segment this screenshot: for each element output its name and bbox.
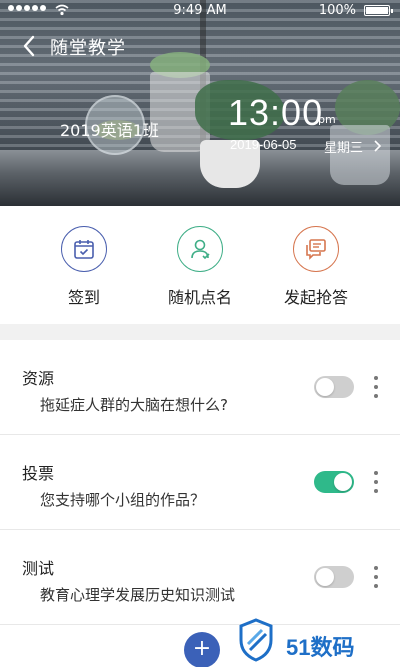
random-call-button[interactable]: 随机点名 (150, 226, 250, 308)
list-item-test[interactable]: 测试 教育心理学发展历史知识测试 (0, 530, 400, 625)
list-item-desc: 教育心理学发展历史知识测试 (40, 586, 236, 604)
watermark-text: 51数码 (286, 635, 355, 660)
activity-list: 资源 拖延症人群的大脑在想什么? 投票 您支持哪个小组的作品？ 测试 教育心理学… (0, 340, 400, 625)
checkin-label: 签到 (67, 288, 100, 307)
clock-ampm: pm (318, 113, 336, 126)
clock-time: 13:00 (228, 92, 324, 133)
list-item-title: 投票 (22, 464, 55, 483)
checkin-button[interactable]: 签到 (34, 226, 134, 308)
battery-percent: 100% (318, 3, 356, 18)
more-vertical-icon[interactable] (372, 376, 380, 398)
shield-logo-icon (239, 618, 273, 662)
battery-icon (364, 5, 393, 16)
weekday-text: 星期三 (324, 141, 364, 156)
watermark: 51数码 (238, 618, 398, 664)
calendar-check-icon (61, 226, 107, 272)
user-icon (177, 226, 223, 272)
back-chevron-icon[interactable] (20, 34, 40, 58)
list-item-desc: 您支持哪个小组的作品？ (40, 491, 206, 509)
chevron-right-icon[interactable] (372, 139, 382, 153)
toggle-switch[interactable] (314, 471, 354, 493)
status-bar: 9:49 AM 100% (0, 0, 400, 20)
section-divider (0, 324, 400, 340)
add-button[interactable]: + (184, 632, 220, 667)
page-title: 随堂教学 (50, 38, 126, 59)
list-item-resource[interactable]: 资源 拖延症人群的大脑在想什么? (0, 340, 400, 435)
list-item-vote[interactable]: 投票 您支持哪个小组的作品？ (0, 435, 400, 530)
more-vertical-icon[interactable] (372, 566, 380, 588)
class-name: 2019英语1班 (60, 121, 159, 140)
list-item-desc: 拖延症人群的大脑在想什么? (40, 396, 228, 414)
toggle-switch[interactable] (314, 566, 354, 588)
start-quiz-label: 发起抢答 (283, 288, 348, 307)
random-call-label: 随机点名 (167, 288, 232, 307)
hero-banner (0, 0, 400, 206)
date-text: 2019-06-05 (230, 137, 297, 152)
list-item-title: 测试 (22, 559, 55, 578)
quick-actions: 签到 随机点名 发起抢答 (0, 206, 400, 324)
chat-bubble-icon (293, 226, 339, 272)
start-quiz-button[interactable]: 发起抢答 (266, 226, 366, 308)
more-vertical-icon[interactable] (372, 471, 380, 493)
toggle-switch[interactable] (314, 376, 354, 398)
list-item-title: 资源 (22, 369, 55, 388)
